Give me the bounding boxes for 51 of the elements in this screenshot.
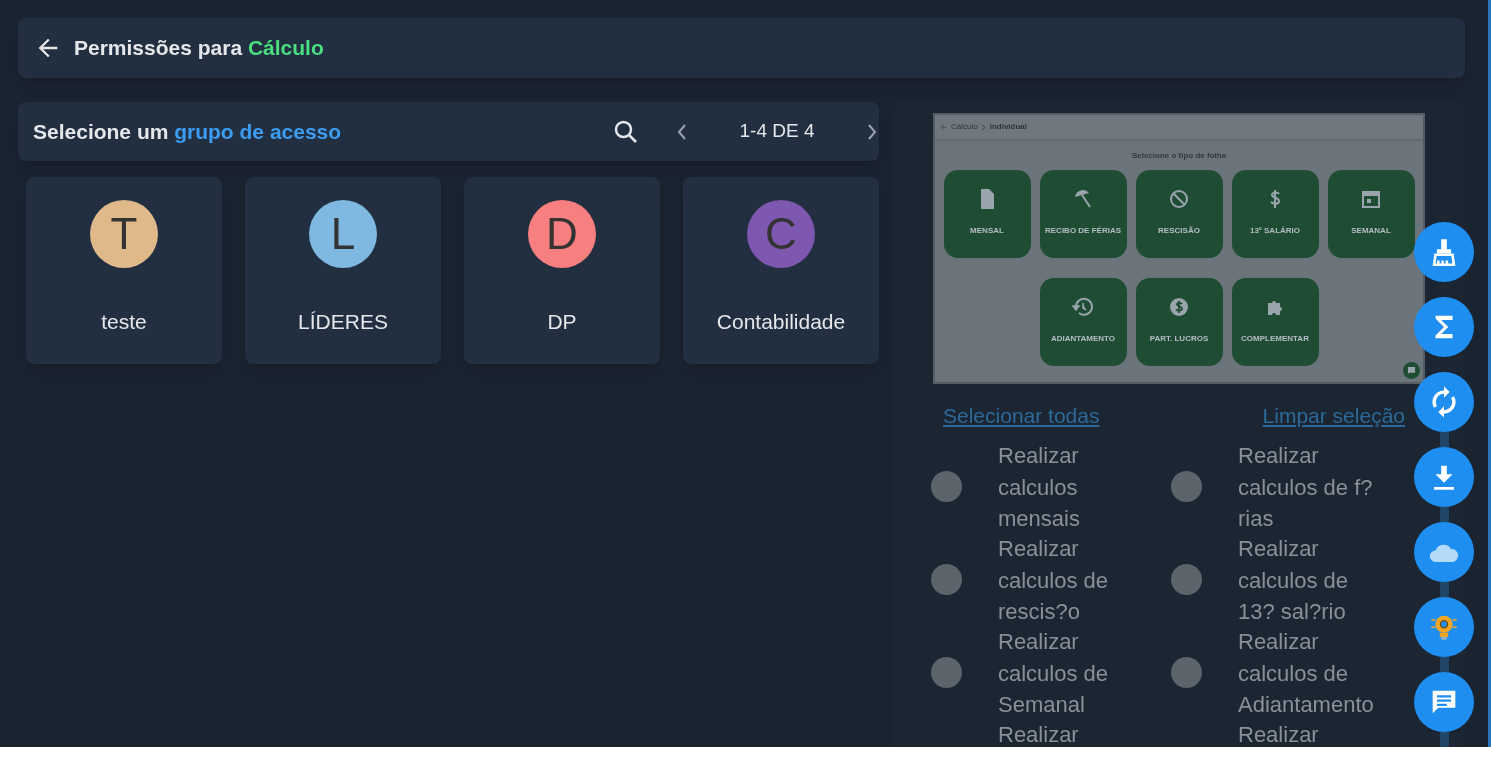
permission-label: Realizar calculos de Adiantamento <box>1238 628 1375 719</box>
scroll-track <box>1439 507 1449 522</box>
checkbox[interactable] <box>931 657 962 688</box>
section-title: Selecione um grupo de acesso <box>33 118 343 145</box>
tile-label: COMPLEMENTAR <box>1241 333 1309 345</box>
tile-label: PART. LUCROS <box>1149 333 1209 345</box>
avatar: D <box>528 200 596 268</box>
checkbox[interactable] <box>1171 657 1202 688</box>
avatar: C <box>747 200 815 268</box>
checkbox[interactable] <box>931 471 962 502</box>
checkbox[interactable] <box>931 564 962 595</box>
breadcrumb-item: Cálculo <box>951 121 978 133</box>
back-arrow-icon <box>939 122 948 132</box>
checkbox[interactable] <box>1171 564 1202 595</box>
group-name: LÍDERES <box>298 309 388 335</box>
group-card[interactable]: T teste <box>26 177 222 364</box>
avatar: L <box>309 200 377 268</box>
coin-icon <box>1167 295 1191 319</box>
chevron-icon <box>980 123 987 131</box>
avatar: T <box>90 200 158 268</box>
permission-label: Realizar <box>998 721 1080 747</box>
breadcrumb-item: Individual <box>989 121 1028 133</box>
permission-label: Realizar calculos de Semanal <box>998 628 1110 719</box>
group-name: DP <box>547 309 577 335</box>
permission-label: Realizar calculos de 13? sal?rio <box>1238 535 1350 626</box>
group-name: teste <box>101 309 147 335</box>
checkbox[interactable] <box>1171 471 1202 502</box>
group-card[interactable]: C Contabilidade <box>683 177 879 364</box>
block-icon <box>1167 187 1191 211</box>
tile-label: MENSAL <box>970 225 1004 237</box>
tile-label: RECIBO DE FÉRIAS <box>1045 225 1121 237</box>
scroll-track <box>1439 582 1449 597</box>
permission-label: Realizar <box>1238 721 1320 747</box>
scroll-track <box>1439 657 1449 672</box>
group-card[interactable]: L LÍDERES <box>245 177 441 364</box>
scroll-track <box>1439 732 1449 747</box>
page-title: Permissões para Cálculo <box>74 35 324 62</box>
chat-icon <box>1403 362 1420 379</box>
group-card[interactable]: D DP <box>464 177 660 364</box>
history-icon <box>1071 295 1095 319</box>
preview-heading: Selecione o tipo de folha <box>1131 150 1227 162</box>
tile-label: SEMANAL <box>1351 225 1391 237</box>
permission-label: Realizar calculos mensais <box>998 442 1081 533</box>
tile-label: ADIANTAMENTO <box>1050 333 1116 345</box>
pagination-label: 1-4 DE 4 <box>738 119 816 144</box>
permission-label: Realizar calculos de rescis?o <box>998 535 1110 626</box>
group-name: Contabilidade <box>716 309 846 335</box>
permission-label: Realizar calculos de f?rias <box>1238 442 1374 533</box>
tile-label: 13º SALÁRIO <box>1249 225 1300 237</box>
scroll-track <box>1439 432 1449 447</box>
tile-label: RESCISÃO <box>1158 225 1200 237</box>
